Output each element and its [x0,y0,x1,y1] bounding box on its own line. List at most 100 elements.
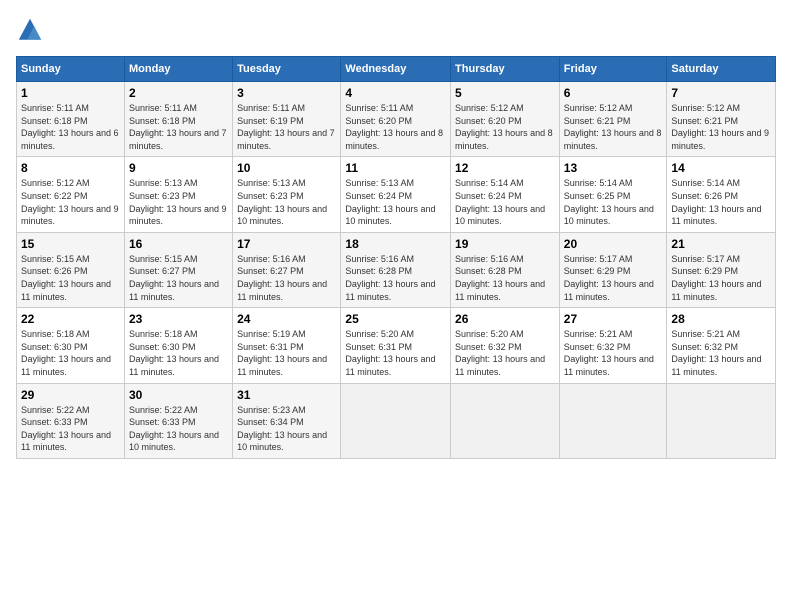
sunrise-label: Sunrise: 5:12 AM [21,178,90,188]
day-number: 11 [345,161,446,175]
calendar-day-cell: 25 Sunrise: 5:20 AM Sunset: 6:31 PM Dayl… [341,308,451,383]
calendar-week-row: 29 Sunrise: 5:22 AM Sunset: 6:33 PM Dayl… [17,383,776,458]
sunrise-label: Sunrise: 5:18 AM [129,329,198,339]
day-number: 27 [564,312,663,326]
sunrise-label: Sunrise: 5:12 AM [671,103,740,113]
weekday-header-row: SundayMondayTuesdayWednesdayThursdayFrid… [17,57,776,82]
weekday-header-cell: Sunday [17,57,125,82]
calendar-day-cell: 11 Sunrise: 5:13 AM Sunset: 6:24 PM Dayl… [341,157,451,232]
calendar-day-cell: 26 Sunrise: 5:20 AM Sunset: 6:32 PM Dayl… [451,308,560,383]
calendar-day-cell: 9 Sunrise: 5:13 AM Sunset: 6:23 PM Dayli… [124,157,232,232]
day-info: Sunrise: 5:13 AM Sunset: 6:24 PM Dayligh… [345,177,446,227]
sunrise-label: Sunrise: 5:17 AM [564,254,633,264]
daylight-label: Daylight: 13 hours and 11 minutes. [345,279,435,302]
day-info: Sunrise: 5:18 AM Sunset: 6:30 PM Dayligh… [21,328,120,378]
day-info: Sunrise: 5:14 AM Sunset: 6:24 PM Dayligh… [455,177,555,227]
day-number: 17 [237,237,336,251]
daylight-label: Daylight: 13 hours and 11 minutes. [671,279,761,302]
day-info: Sunrise: 5:12 AM Sunset: 6:22 PM Dayligh… [21,177,120,227]
sunrise-label: Sunrise: 5:12 AM [564,103,633,113]
day-info: Sunrise: 5:15 AM Sunset: 6:26 PM Dayligh… [21,253,120,303]
day-info: Sunrise: 5:13 AM Sunset: 6:23 PM Dayligh… [237,177,336,227]
calendar-week-row: 22 Sunrise: 5:18 AM Sunset: 6:30 PM Dayl… [17,308,776,383]
day-number: 4 [345,86,446,100]
day-info: Sunrise: 5:15 AM Sunset: 6:27 PM Dayligh… [129,253,228,303]
day-info: Sunrise: 5:12 AM Sunset: 6:21 PM Dayligh… [671,102,771,152]
daylight-label: Daylight: 13 hours and 11 minutes. [564,279,654,302]
calendar-day-cell: 31 Sunrise: 5:23 AM Sunset: 6:34 PM Dayl… [233,383,341,458]
day-info: Sunrise: 5:14 AM Sunset: 6:26 PM Dayligh… [671,177,771,227]
daylight-label: Daylight: 13 hours and 11 minutes. [455,354,545,377]
day-info: Sunrise: 5:18 AM Sunset: 6:30 PM Dayligh… [129,328,228,378]
day-number: 1 [21,86,120,100]
sunset-label: Sunset: 6:22 PM [21,191,88,201]
sunset-label: Sunset: 6:29 PM [564,266,631,276]
sunset-label: Sunset: 6:18 PM [21,116,88,126]
sunset-label: Sunset: 6:24 PM [455,191,522,201]
sunrise-label: Sunrise: 5:20 AM [455,329,524,339]
sunrise-label: Sunrise: 5:11 AM [237,103,305,113]
daylight-label: Daylight: 13 hours and 6 minutes. [21,128,119,151]
sunset-label: Sunset: 6:32 PM [564,342,631,352]
weekday-header-cell: Monday [124,57,232,82]
daylight-label: Daylight: 13 hours and 10 minutes. [129,430,219,453]
calendar-day-cell: 12 Sunrise: 5:14 AM Sunset: 6:24 PM Dayl… [451,157,560,232]
daylight-label: Daylight: 13 hours and 11 minutes. [129,354,219,377]
sunset-label: Sunset: 6:31 PM [345,342,412,352]
calendar-day-cell: 2 Sunrise: 5:11 AM Sunset: 6:18 PM Dayli… [124,82,232,157]
day-info: Sunrise: 5:17 AM Sunset: 6:29 PM Dayligh… [564,253,663,303]
sunrise-label: Sunrise: 5:17 AM [671,254,740,264]
daylight-label: Daylight: 13 hours and 11 minutes. [237,354,327,377]
sunset-label: Sunset: 6:26 PM [671,191,738,201]
sunset-label: Sunset: 6:18 PM [129,116,196,126]
daylight-label: Daylight: 13 hours and 10 minutes. [237,430,327,453]
daylight-label: Daylight: 13 hours and 11 minutes. [564,354,654,377]
day-number: 21 [671,237,771,251]
calendar-day-cell [341,383,451,458]
day-number: 3 [237,86,336,100]
calendar-table: SundayMondayTuesdayWednesdayThursdayFrid… [16,56,776,459]
logo [16,16,48,44]
day-number: 6 [564,86,663,100]
sunrise-label: Sunrise: 5:14 AM [455,178,524,188]
sunset-label: Sunset: 6:30 PM [21,342,88,352]
calendar-day-cell: 6 Sunrise: 5:12 AM Sunset: 6:21 PM Dayli… [559,82,667,157]
day-number: 8 [21,161,120,175]
daylight-label: Daylight: 13 hours and 11 minutes. [237,279,327,302]
sunset-label: Sunset: 6:30 PM [129,342,196,352]
day-info: Sunrise: 5:13 AM Sunset: 6:23 PM Dayligh… [129,177,228,227]
day-number: 2 [129,86,228,100]
sunrise-label: Sunrise: 5:14 AM [671,178,740,188]
day-info: Sunrise: 5:21 AM Sunset: 6:32 PM Dayligh… [564,328,663,378]
calendar-day-cell: 19 Sunrise: 5:16 AM Sunset: 6:28 PM Dayl… [451,232,560,307]
day-info: Sunrise: 5:11 AM Sunset: 6:20 PM Dayligh… [345,102,446,152]
day-number: 28 [671,312,771,326]
day-number: 29 [21,388,120,402]
daylight-label: Daylight: 13 hours and 7 minutes. [237,128,335,151]
calendar-day-cell: 1 Sunrise: 5:11 AM Sunset: 6:18 PM Dayli… [17,82,125,157]
daylight-label: Daylight: 13 hours and 10 minutes. [455,204,545,227]
day-info: Sunrise: 5:22 AM Sunset: 6:33 PM Dayligh… [129,404,228,454]
calendar-day-cell: 30 Sunrise: 5:22 AM Sunset: 6:33 PM Dayl… [124,383,232,458]
daylight-label: Daylight: 13 hours and 10 minutes. [237,204,327,227]
calendar-day-cell: 14 Sunrise: 5:14 AM Sunset: 6:26 PM Dayl… [667,157,776,232]
day-number: 30 [129,388,228,402]
daylight-label: Daylight: 13 hours and 8 minutes. [455,128,553,151]
day-number: 5 [455,86,555,100]
sunrise-label: Sunrise: 5:22 AM [21,405,90,415]
day-info: Sunrise: 5:20 AM Sunset: 6:31 PM Dayligh… [345,328,446,378]
sunrise-label: Sunrise: 5:20 AM [345,329,414,339]
day-info: Sunrise: 5:16 AM Sunset: 6:28 PM Dayligh… [345,253,446,303]
sunset-label: Sunset: 6:24 PM [345,191,412,201]
sunset-label: Sunset: 6:19 PM [237,116,304,126]
calendar-day-cell: 5 Sunrise: 5:12 AM Sunset: 6:20 PM Dayli… [451,82,560,157]
daylight-label: Daylight: 13 hours and 11 minutes. [21,430,111,453]
sunset-label: Sunset: 6:27 PM [237,266,304,276]
sunrise-label: Sunrise: 5:23 AM [237,405,306,415]
day-info: Sunrise: 5:16 AM Sunset: 6:28 PM Dayligh… [455,253,555,303]
day-number: 7 [671,86,771,100]
calendar-day-cell: 17 Sunrise: 5:16 AM Sunset: 6:27 PM Dayl… [233,232,341,307]
sunset-label: Sunset: 6:23 PM [129,191,196,201]
daylight-label: Daylight: 13 hours and 10 minutes. [564,204,654,227]
sunrise-label: Sunrise: 5:13 AM [237,178,306,188]
